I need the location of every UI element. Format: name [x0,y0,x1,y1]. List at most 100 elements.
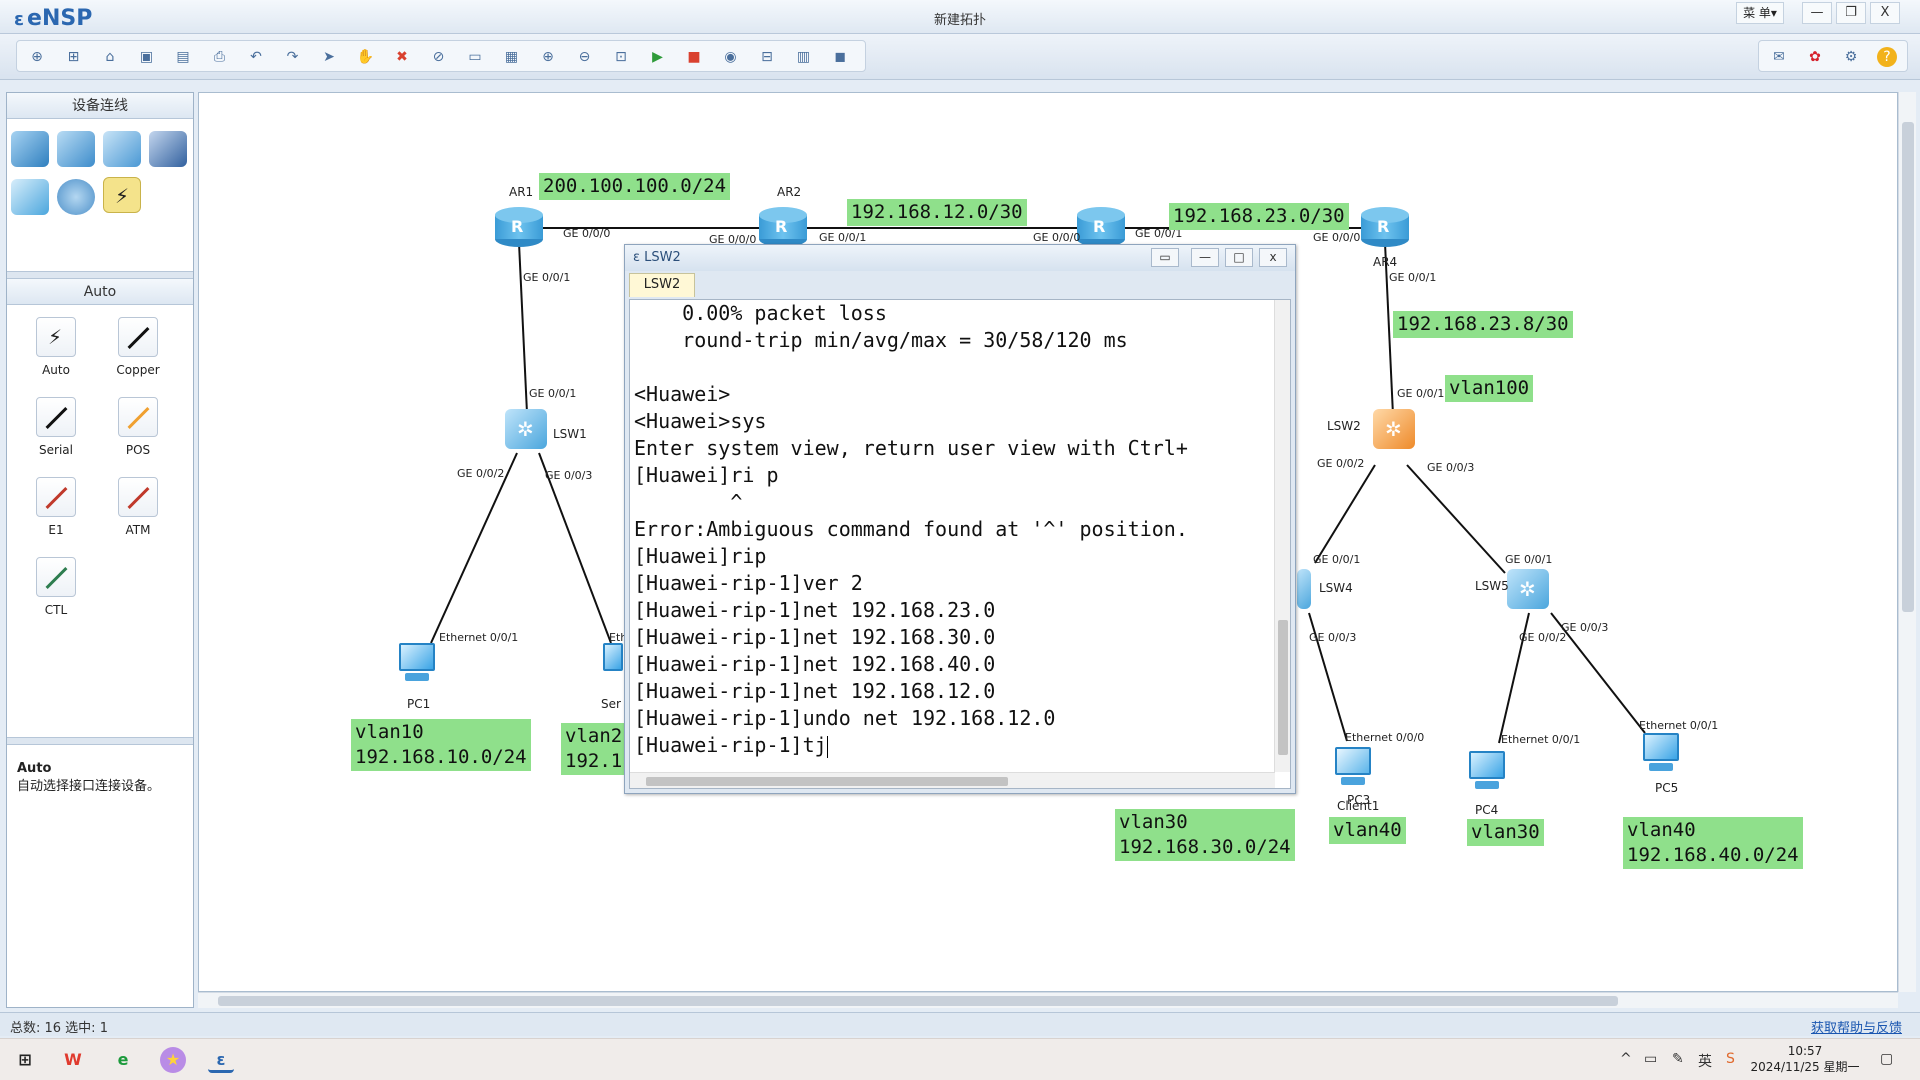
tray-network-icon[interactable]: ▭ [1644,1051,1657,1067]
help-feedback-link[interactable]: 获取帮助与反馈 [1811,1017,1902,1036]
start-icon[interactable]: ▶ [648,47,668,67]
connection-serial[interactable]: Serial [21,397,91,457]
terminal-prompt-line[interactable]: [Huawei-rip-1]tj [634,732,1188,759]
router-ar1-icon[interactable]: R [495,207,543,247]
minimize-button[interactable]: — [1802,2,1832,24]
terminal-console[interactable]: 0.00% packet loss round-trip min/avg/max… [629,299,1291,789]
ensp-taskbar-icon[interactable]: ɛ [208,1047,234,1073]
port-label: Ethernet 0/0/0 [1345,731,1425,744]
undo-icon[interactable]: ↶ [246,47,266,67]
router-ar4-icon[interactable]: R [1361,207,1409,247]
switch-lsw5-icon[interactable]: ✲ [1507,569,1549,609]
delete-link-icon[interactable]: ⊘ [429,47,449,67]
tray-ime-icon[interactable]: 英 [1698,1051,1712,1071]
connection-label: Auto [42,363,70,377]
fit-icon[interactable]: ⊡ [611,47,631,67]
taskbar-clock[interactable]: 10:57 2024/11/25 星期一 [1750,1043,1860,1075]
main-menu-button[interactable]: 菜 单▾ [1736,2,1784,24]
app-star-icon[interactable]: ★ [160,1047,186,1073]
screenshot-icon[interactable]: ◼ [830,47,850,67]
connection-pos[interactable]: POS [103,397,173,457]
select-icon[interactable]: ➤ [319,47,339,67]
switch-lsw2-icon[interactable]: ✲ [1373,409,1415,449]
connection-e1-icon[interactable] [36,477,76,517]
router-category-icon[interactable] [11,131,49,167]
new-lab-icon[interactable]: ⊞ [64,47,84,67]
close-button[interactable]: X [1870,2,1900,24]
connection-e1[interactable]: E1 [21,477,91,537]
redo-icon[interactable]: ↷ [283,47,303,67]
firewall-category-icon[interactable] [149,131,187,167]
pc5-icon[interactable] [1639,733,1683,775]
print-icon[interactable]: ⎙ [210,47,230,67]
terminal-minimize-button[interactable]: — [1191,248,1219,267]
connection-ctl-icon[interactable] [36,557,76,597]
connection-grid: ⚡ Auto Copper Serial POS E1 ATM CTL [7,309,193,629]
pan-icon[interactable]: ✋ [356,47,376,67]
connection-ctl[interactable]: CTL [21,557,91,617]
pc1-vlan-label: vlan10 192.168.10.0/24 [351,719,531,771]
connection-copper[interactable]: Copper [103,317,173,377]
connection-pos-icon[interactable] [118,397,158,437]
switch-category-icon[interactable] [57,131,95,167]
pc4-icon[interactable] [1465,751,1509,793]
capture-icon[interactable]: ◉ [721,47,741,67]
palette-icon[interactable]: ▦ [502,47,522,67]
connection-atm-icon[interactable] [118,477,158,517]
new-topology-icon[interactable]: ⊕ [27,47,47,67]
save-icon[interactable]: ▣ [137,47,157,67]
save-as-icon[interactable]: ▤ [173,47,193,67]
connection-serial-icon[interactable] [36,397,76,437]
wireless-category-icon[interactable] [103,131,141,167]
pc1-icon[interactable] [395,643,439,685]
connection-auto-icon[interactable]: ⚡ [36,317,76,357]
router-ar2-icon[interactable]: R [759,207,807,247]
huawei-icon[interactable]: ✿ [1805,47,1825,67]
restore-button[interactable]: ❐ [1836,2,1866,24]
server-vlan-label: vlan2 192.1 [561,723,627,775]
canvas-vertical-scrollbar[interactable] [1898,92,1916,992]
cloud-category-icon[interactable] [57,179,95,215]
windows-start-icon[interactable]: ⊞ [12,1047,38,1073]
open-icon[interactable]: ⌂ [100,47,120,67]
wps-icon[interactable]: W [60,1047,86,1073]
delete-icon[interactable]: ✖ [392,47,412,67]
browser-icon[interactable]: e [110,1047,136,1073]
help-icon[interactable]: ? [1877,47,1897,67]
settings-icon[interactable]: ⚙ [1841,47,1861,67]
network-label-ar3-ar4: 192.168.23.0/30 [1169,203,1349,230]
terminal-vertical-scrollbar[interactable] [1274,300,1290,772]
canvas-horizontal-scrollbar[interactable] [198,992,1898,1008]
topology-icon[interactable]: ⊟ [757,47,777,67]
terminal-tab-lsw2[interactable]: LSW2 [629,273,695,297]
terminal-maximize-button[interactable]: □ [1225,248,1253,267]
server-icon[interactable] [601,643,625,685]
link-ar1-lsw1 [518,242,528,414]
terminal-titlebar[interactable]: ɛ LSW2 ▭ — □ x [625,245,1295,271]
connection-label: ATM [125,523,151,537]
router-ar3-icon[interactable]: R [1077,207,1125,247]
terminal-tile-button[interactable]: ▭ [1151,248,1179,267]
terminal-horizontal-scrollbar[interactable] [630,772,1275,788]
pc-category-icon[interactable] [11,179,49,215]
switch-lsw1-icon[interactable]: ✲ [505,409,547,449]
zoom-out-icon[interactable]: ⊖ [575,47,595,67]
connection-copper-icon[interactable] [118,317,158,357]
switch-lsw4-icon[interactable] [1297,569,1311,609]
terminal-window[interactable]: ɛ LSW2 ▭ — □ x LSW2 0.00% packet loss ro… [624,244,1296,794]
text-icon[interactable]: ▭ [465,47,485,67]
device-panel: 设备连线 ⚡ Auto ⚡ Auto Copper Serial POS E1 ATM CTL… [6,92,194,1008]
connection-atm[interactable]: ATM [103,477,173,537]
terminal-close-button[interactable]: x [1259,248,1287,267]
tray-sogou-icon[interactable]: S [1726,1051,1735,1067]
client1-icon[interactable] [1331,747,1375,789]
tray-pen-icon[interactable]: ✎ [1672,1051,1684,1067]
chat-icon[interactable]: ✉ [1769,47,1789,67]
connection-category-icon[interactable]: ⚡ [103,177,141,213]
tray-expand-icon[interactable]: ^ [1620,1051,1632,1067]
stop-icon[interactable]: ■ [684,47,704,67]
notification-icon[interactable]: ▢ [1880,1051,1893,1067]
zoom-in-icon[interactable]: ⊕ [538,47,558,67]
connection-auto[interactable]: ⚡ Auto [21,317,91,377]
grid-icon[interactable]: ▥ [794,47,814,67]
